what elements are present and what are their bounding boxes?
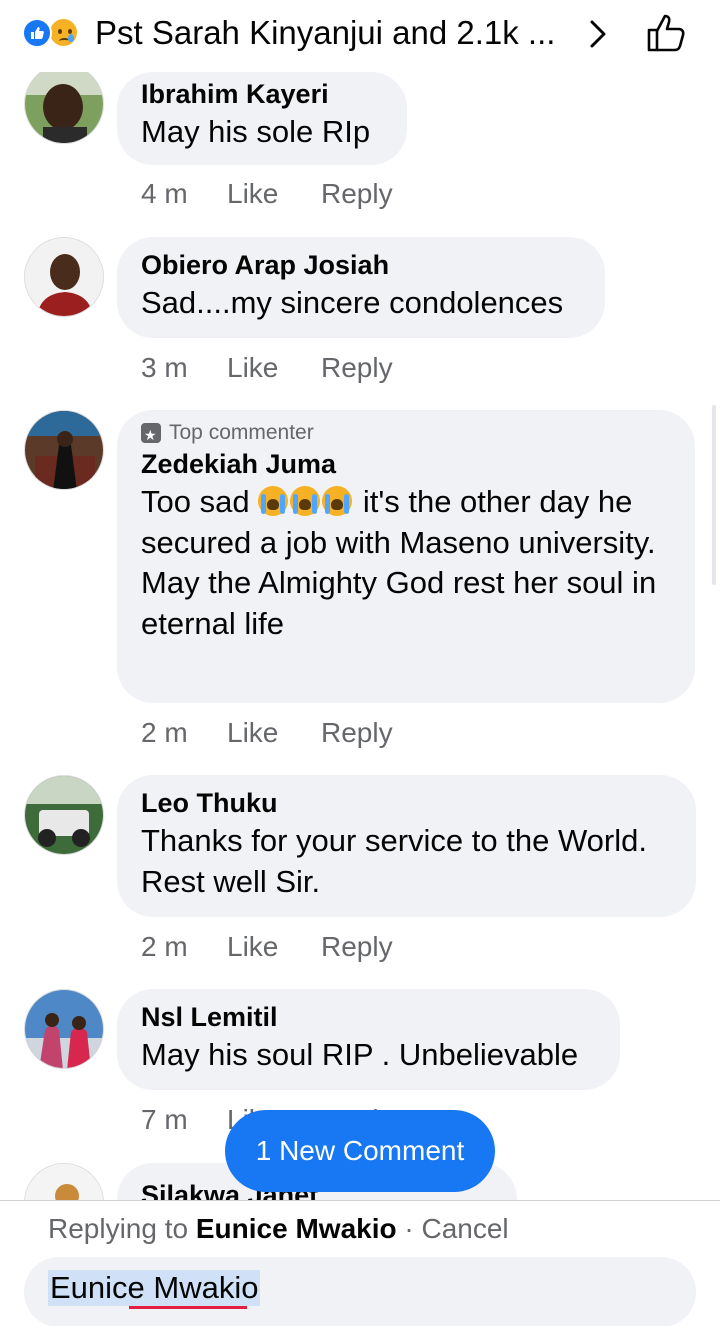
comment-text: Sad....my sincere condolences — [141, 285, 564, 320]
comment-bubble: Leo Thuku Thanks for your service to the… — [117, 775, 696, 917]
reactors-title[interactable]: Pst Sarah Kinyanjui and 2.1k ... — [95, 14, 555, 52]
like-button[interactable]: Like — [227, 178, 321, 210]
reply-button[interactable]: Reply — [321, 717, 393, 749]
cancel-reply-button[interactable]: Cancel — [421, 1213, 508, 1244]
avatar[interactable] — [24, 989, 104, 1069]
crying-emoji-icon — [290, 486, 321, 516]
comment-text: May his soul RIP . Unbelievable — [141, 1037, 579, 1072]
replying-to-name: Eunice Mwakio — [195, 1213, 397, 1244]
comment-actions: 3 m Like Reply — [141, 352, 393, 384]
comment-text-line: May the Almighty God rest her soul in et… — [141, 565, 657, 641]
commenter-name[interactable]: Zedekiah Juma — [141, 446, 671, 482]
like-icon — [22, 18, 52, 48]
comment-bubble: Obiero Arap Josiah Sad....my sincere con… — [117, 237, 605, 338]
thumbs-up-icon[interactable] — [644, 10, 690, 56]
comment-time: 7 m — [141, 1104, 188, 1135]
top-commenter-badge: Top commenter — [141, 420, 671, 448]
comment-actions: 2 m Like Reply — [141, 717, 393, 749]
reply-button[interactable]: Reply — [321, 352, 393, 384]
reply-composer: Replying to Eunice Mwakio · Cancel Eunic… — [0, 1200, 720, 1326]
comment-text: Too sad it's the other day he secured a … — [141, 484, 656, 560]
reaction-summary[interactable] — [22, 16, 92, 48]
comment-bubble: Nsl Lemitil May his soul RIP . Unbelieva… — [117, 989, 620, 1090]
comment-time: 2 m — [141, 717, 188, 748]
reply-button[interactable]: Reply — [321, 178, 393, 210]
scrollbar[interactable] — [712, 405, 716, 585]
comment-time: 4 m — [141, 178, 188, 209]
like-button[interactable]: Like — [227, 717, 321, 749]
comment-time: 2 m — [141, 931, 188, 962]
comment-text: Thanks for your service to the World. Re… — [141, 823, 647, 899]
avatar[interactable] — [24, 64, 104, 144]
new-comment-button[interactable]: 1 New Comment — [225, 1110, 495, 1192]
replying-to-label: Replying to Eunice Mwakio · Cancel — [48, 1213, 509, 1244]
post-header: Pst Sarah Kinyanjui and 2.1k ... — [0, 0, 720, 72]
comment-input-text[interactable]: Eunice Mwakio — [48, 1270, 261, 1306]
comment-time: 3 m — [141, 352, 188, 383]
commenter-name[interactable]: Ibrahim Kayeri — [141, 76, 383, 112]
comment-bubble: Ibrahim Kayeri May his sole RIp — [117, 72, 407, 165]
avatar[interactable] — [24, 775, 104, 855]
crying-emoji-icon — [258, 486, 289, 516]
badge-icon — [141, 422, 161, 448]
comment-actions: 2 m Like Reply — [141, 931, 393, 963]
commenter-name[interactable]: Obiero Arap Josiah — [141, 247, 581, 283]
spellcheck-underline — [129, 1305, 247, 1309]
like-button[interactable]: Like — [227, 931, 321, 963]
comment-bubble: Top commenter Zedekiah Juma Too sad it's… — [117, 410, 695, 703]
avatar[interactable] — [24, 237, 104, 317]
like-button[interactable]: Like — [227, 352, 321, 384]
reply-button[interactable]: Reply — [321, 931, 393, 963]
crying-emoji-icon — [322, 486, 353, 516]
chevron-right-icon[interactable] — [584, 14, 612, 54]
comment-text: May his sole RIp — [141, 114, 371, 149]
commenter-name[interactable]: Nsl Lemitil — [141, 999, 596, 1035]
comment-input[interactable]: Eunice Mwakio — [24, 1257, 696, 1326]
commenter-name[interactable]: Leo Thuku — [141, 785, 672, 821]
avatar[interactable] — [24, 410, 104, 490]
sad-icon — [48, 17, 79, 48]
comment-actions: 4 m Like Reply — [141, 178, 393, 210]
